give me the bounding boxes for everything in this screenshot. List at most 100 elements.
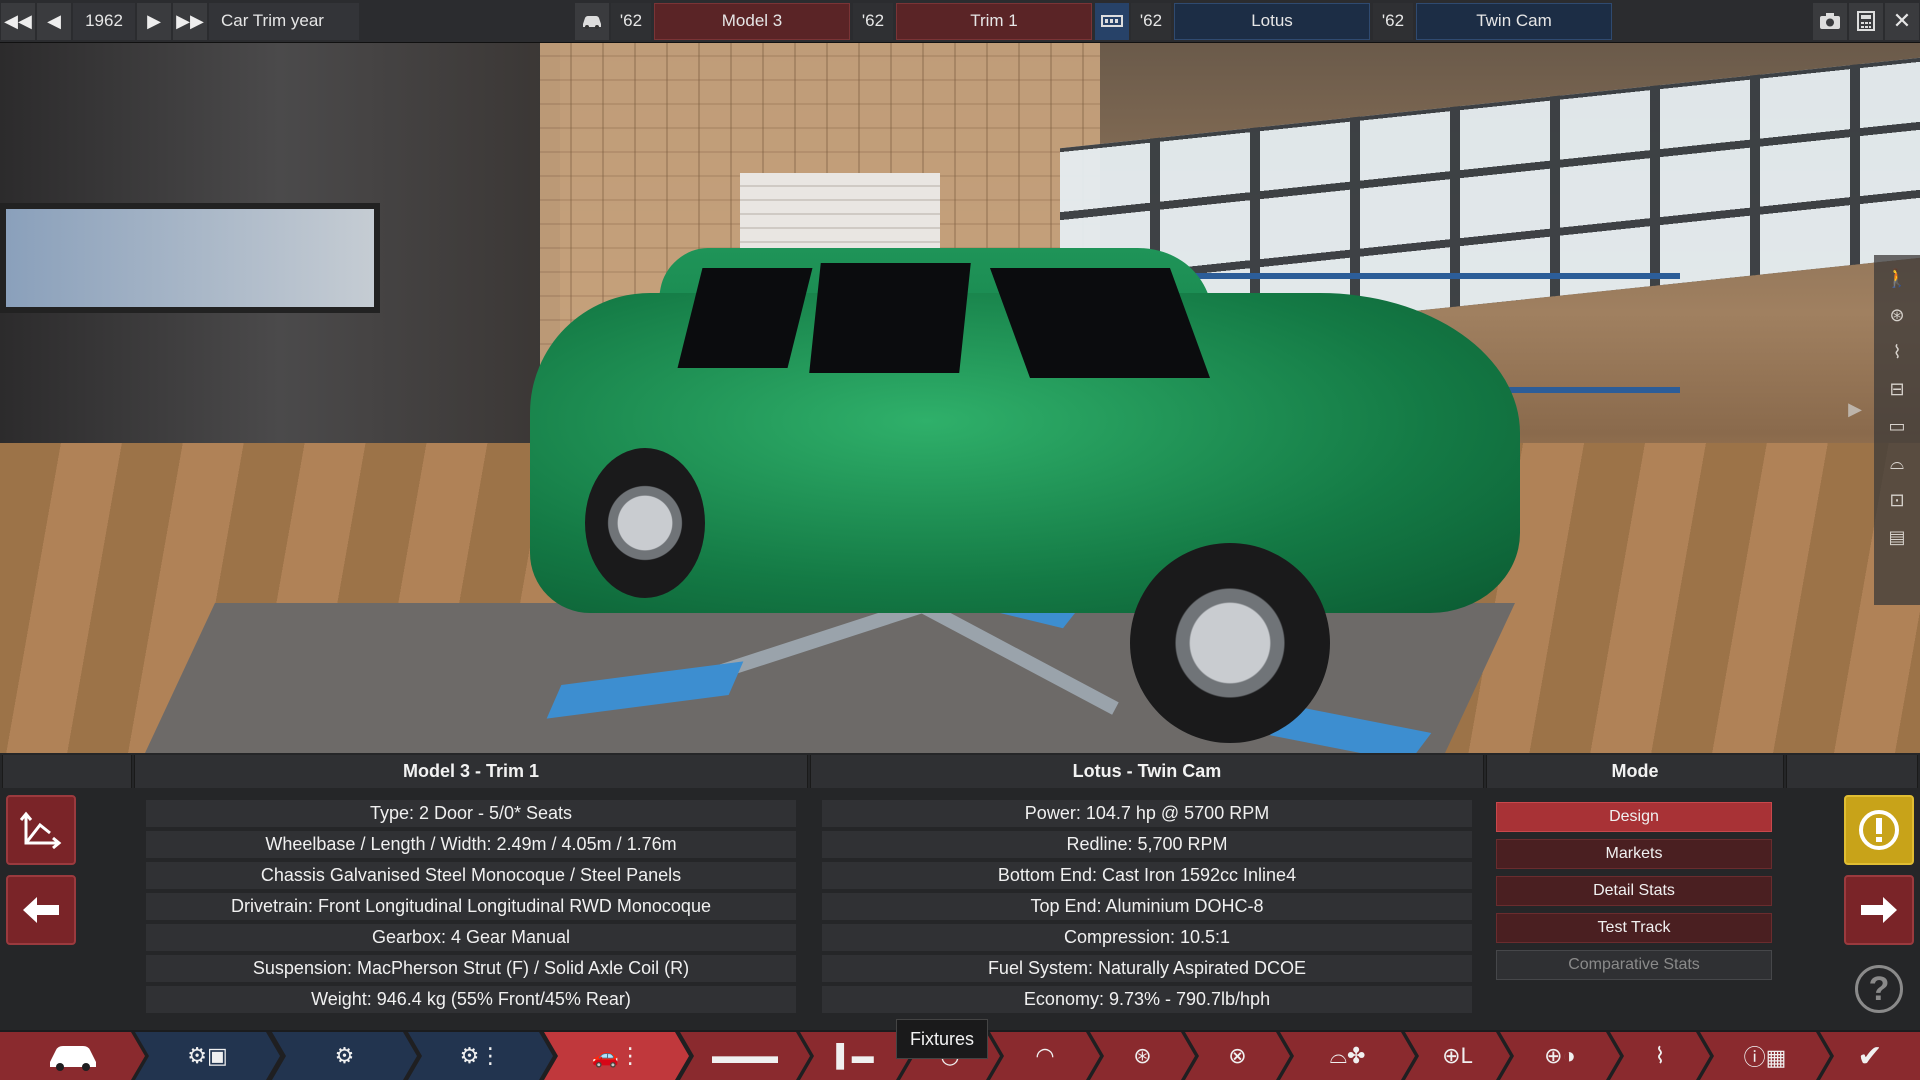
mode-panel-title: Mode	[1486, 755, 1784, 788]
mode-test-track-button[interactable]: Test Track	[1496, 913, 1772, 943]
body-icon[interactable]: ⌓	[1882, 448, 1912, 478]
car-stat-type: Type: 2 Door - 5/0* Seats	[146, 800, 796, 827]
right-arrow-icon: ▶	[147, 10, 161, 31]
nav-interior[interactable]: ▌▬	[800, 1032, 910, 1080]
nav-safety[interactable]: ⊕◑	[1500, 1032, 1620, 1080]
car-model-button[interactable]	[575, 2, 609, 40]
car-body-icon	[46, 1040, 100, 1072]
double-right-arrow-icon: ▶▶	[176, 10, 204, 31]
interior-icon: ▌▬	[836, 1043, 874, 1068]
engine-family-year: '62	[1131, 2, 1171, 40]
safety-icon: ⊕◑	[1544, 1043, 1576, 1068]
nav-engine-block[interactable]: ⚙	[272, 1032, 417, 1080]
nav-tyres[interactable]: ⌇	[1610, 1032, 1710, 1080]
close-button[interactable]: ✕	[1885, 2, 1919, 40]
calculator-button[interactable]	[1849, 2, 1883, 40]
spring-icon[interactable]: ⌇	[1882, 337, 1912, 367]
car-panel-title: Model 3 - Trim 1	[134, 755, 808, 788]
engine-stat-compression: Compression: 10.5:1	[822, 924, 1472, 951]
expand-arrow-icon[interactable]: ▶	[1848, 399, 1862, 420]
nav-steering[interactable]: ⊕L	[1405, 1032, 1510, 1080]
nav-brakes[interactable]: ⊗	[1185, 1032, 1290, 1080]
nav-aero[interactable]: ⌓✤	[1280, 1032, 1415, 1080]
tyres-icon: ⌇	[1654, 1043, 1666, 1068]
warning-button[interactable]	[1844, 795, 1914, 865]
nav-suspension[interactable]: ◠	[990, 1032, 1100, 1080]
wheels-icon: ⊛	[1133, 1043, 1152, 1068]
engine-family-icon: ⚙▣	[187, 1043, 228, 1068]
wall-posters	[0, 203, 380, 313]
garage-3d-view[interactable]: ▶ 🚶 ⊛ ⌇ ⊟ ▭ ⌓ ⊡ ▤	[0, 43, 1920, 753]
car-wheel	[585, 448, 705, 598]
engine-parts-icon: ⚙⋮	[459, 1043, 502, 1068]
axis-icon	[20, 811, 62, 849]
year-value: 1962	[73, 2, 135, 40]
help-button[interactable]: ?	[1855, 965, 1903, 1013]
nav-engine-family[interactable]: ⚙▣	[135, 1032, 280, 1080]
engine-stats-list: Power: 104.7 hp @ 5700 RPM Redline: 5,70…	[822, 800, 1472, 1013]
screenshot-button[interactable]	[1813, 2, 1847, 40]
panel-header-right-cap	[1786, 755, 1918, 788]
nav-engine-parts[interactable]: ⚙⋮	[408, 1032, 553, 1080]
nav-wheels[interactable]: ⊛	[1090, 1032, 1195, 1080]
mode-detail-stats-button[interactable]: Detail Stats	[1496, 876, 1772, 906]
year-last-button[interactable]: ▶▶	[173, 2, 207, 40]
engine-stat-redline: Redline: 5,700 RPM	[822, 831, 1472, 858]
year-first-button[interactable]: ◀◀	[1, 2, 35, 40]
trim-year: '62	[853, 2, 893, 40]
person-icon[interactable]: 🚶	[1882, 263, 1912, 293]
engine-family-dropdown[interactable]: Lotus	[1174, 2, 1370, 40]
engine-panel-title: Lotus - Twin Cam	[810, 755, 1484, 788]
body-styles-icon: ▬▬▬	[712, 1043, 778, 1068]
engine-stat-power: Power: 104.7 hp @ 5700 RPM	[822, 800, 1472, 827]
car-window	[809, 263, 971, 373]
brakes-icon: ⊗	[1228, 1043, 1247, 1068]
model-dropdown[interactable]: Model 3	[654, 2, 850, 40]
close-icon: ✕	[1892, 8, 1912, 33]
nav-car-engine-fit[interactable]: 🚗⋮	[544, 1032, 689, 1080]
left-arrow-icon	[23, 897, 59, 923]
engine-stat-top-end: Top End: Aluminium DOHC-8	[822, 893, 1472, 920]
wheel-icon[interactable]: ⊛	[1882, 300, 1912, 330]
engine-variant-dropdown[interactable]: Twin Cam	[1416, 2, 1612, 40]
nav-tooltip: Fixtures	[896, 1019, 988, 1059]
nav-car-body[interactable]	[0, 1032, 145, 1080]
top-bar: ◀◀ ◀ 1962 ▶ ▶▶ Car Trim year '62 Model 3…	[0, 0, 1920, 43]
aero-icon: ⌓✤	[1329, 1043, 1366, 1068]
engine-stat-bottom-end: Bottom End: Cast Iron 1592cc Inline4	[822, 862, 1472, 889]
trim-dropdown[interactable]: Trim 1	[896, 2, 1092, 40]
axle-icon[interactable]: ⊟	[1882, 374, 1912, 404]
engine-view-icon[interactable]: ▤	[1882, 522, 1912, 552]
panel-header-left-cap	[2, 755, 132, 788]
calculator-icon	[1857, 11, 1875, 31]
car-stat-chassis: Chassis Galvanised Steel Monocoque / Ste…	[146, 862, 796, 889]
year-next-button[interactable]: ▶	[137, 2, 171, 40]
model-year: '62	[611, 2, 651, 40]
right-arrow-icon	[1861, 897, 1897, 923]
mode-comparative-stats-button[interactable]: Comparative Stats	[1496, 950, 1772, 980]
engine-family-button[interactable]	[1095, 2, 1129, 40]
car-stats-list: Type: 2 Door - 5/0* Seats Wheelbase / Le…	[146, 800, 796, 1013]
drivetrain-icon[interactable]: ⊡	[1882, 485, 1912, 515]
car-stat-weight: Weight: 946.4 kg (55% Front/45% Rear)	[146, 986, 796, 1013]
car-stat-drivetrain: Drivetrain: Front Longitudinal Longitudi…	[146, 893, 796, 920]
year-prev-button[interactable]: ◀	[37, 2, 71, 40]
nav-test-drive[interactable]: ⓘ▦	[1700, 1032, 1830, 1080]
question-mark-icon: ?	[1868, 969, 1890, 1008]
warning-icon	[1859, 810, 1899, 850]
back-button[interactable]	[6, 875, 76, 945]
mode-markets-button[interactable]: Markets	[1496, 839, 1772, 869]
axis-view-button[interactable]	[6, 795, 76, 865]
car-stat-dimensions: Wheelbase / Length / Width: 2.49m / 4.05…	[146, 831, 796, 858]
mode-design-button[interactable]: Design	[1496, 802, 1772, 832]
panel-icon[interactable]: ▭	[1882, 411, 1912, 441]
nav-body-styles[interactable]: ▬▬▬	[680, 1032, 810, 1080]
steering-icon: ⊕L	[1442, 1043, 1473, 1068]
check-icon: ✔	[1857, 1039, 1883, 1073]
nav-finish[interactable]: ✔	[1820, 1032, 1920, 1080]
camera-icon	[1820, 13, 1840, 29]
car-stat-suspension: Suspension: MacPherson Strut (F) / Solid…	[146, 955, 796, 982]
next-button[interactable]	[1844, 875, 1914, 945]
test-drive-flag-icon: ⓘ▦	[1743, 1045, 1787, 1070]
car-icon	[583, 16, 601, 29]
